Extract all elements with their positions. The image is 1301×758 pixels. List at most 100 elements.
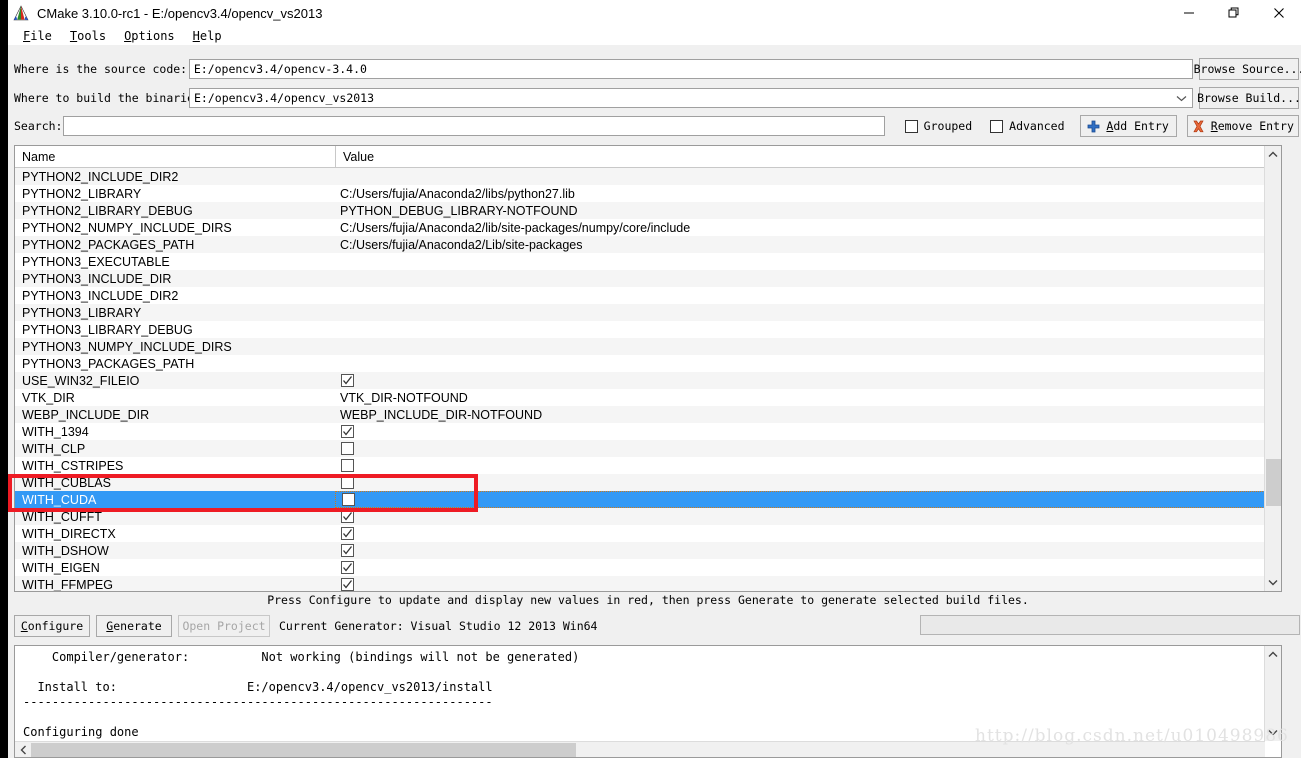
value-checkbox[interactable] xyxy=(342,493,355,506)
table-cell-value[interactable]: VTK_DIR-NOTFOUND xyxy=(335,389,1281,406)
log-scroll-up-arrow-icon[interactable] xyxy=(1265,646,1281,663)
table-cell-value[interactable] xyxy=(335,508,1281,525)
scroll-up-arrow-icon[interactable] xyxy=(1265,146,1281,163)
table-row[interactable]: WEBP_INCLUDE_DIR WEBP_INCLUDE_DIR-NOTFOUN… xyxy=(15,406,1281,423)
table-row[interactable]: WITH_CUBLAS xyxy=(15,474,1281,491)
scroll-down-arrow-icon[interactable] xyxy=(1265,574,1281,591)
browse-build-label: Browse Build... xyxy=(1197,91,1301,105)
table-row[interactable]: PYTHON2_INCLUDE_DIR2 xyxy=(15,168,1281,185)
add-entry-button[interactable]: Add Entry xyxy=(1079,115,1177,137)
table-row[interactable]: VTK_DIR VTK_DIR-NOTFOUND xyxy=(15,389,1281,406)
table-cell-value[interactable] xyxy=(335,321,1281,338)
chevron-down-icon[interactable] xyxy=(1176,91,1187,105)
table-row[interactable]: PYTHON3_EXECUTABLE xyxy=(15,253,1281,270)
browse-build-button[interactable]: Browse Build... xyxy=(1197,87,1301,109)
browse-source-button[interactable]: Browse Source... xyxy=(1194,58,1301,80)
table-row[interactable]: PYTHON2_LIBRARY_DEBUG PYTHON_DEBUG_LIBRAR… xyxy=(15,202,1281,219)
table-cell-name: WITH_CLP xyxy=(22,441,86,456)
table-cell-value[interactable] xyxy=(335,287,1281,304)
action-button-row: Configure Generate Open Project Current … xyxy=(14,615,598,637)
menu-item-options-label: ptions xyxy=(131,28,175,43)
table-cell-value[interactable] xyxy=(335,253,1281,270)
value-checkbox[interactable] xyxy=(341,425,354,438)
table-cell-value[interactable]: C:/Users/fujia/Anaconda2/libs/python27.l… xyxy=(335,185,1281,202)
menu-item-help[interactable]: Help xyxy=(184,29,231,43)
table-row[interactable]: PYTHON2_PACKAGES_PATH C:/Users/fujia/Anac… xyxy=(15,236,1281,253)
source-input[interactable]: E:/opencv3.4/opencv-3.4.0 xyxy=(188,59,1193,79)
table-cell-value[interactable] xyxy=(335,474,1281,491)
advanced-checkbox[interactable]: Advanced xyxy=(990,119,1065,133)
table-cell-value[interactable]: C:/Users/fujia/Anaconda2/lib/site-packag… xyxy=(335,219,1281,236)
table-cell-value[interactable] xyxy=(335,457,1281,474)
table-row[interactable]: WITH_FFMPEG xyxy=(15,576,1281,591)
table-cell-value[interactable] xyxy=(335,304,1281,321)
title-bar: CMake 3.10.0-rc1 - E:/opencv3.4/opencv_v… xyxy=(8,0,1301,26)
table-row[interactable]: WITH_EIGEN xyxy=(15,559,1281,576)
table-row[interactable]: WITH_DIRECTX xyxy=(15,525,1281,542)
value-checkbox[interactable] xyxy=(341,544,354,557)
table-scroll-thumb[interactable] xyxy=(1266,459,1281,506)
menu-bar: File Tools Options Help xyxy=(8,26,1301,45)
table-cell-value[interactable] xyxy=(335,559,1281,576)
build-label: Where to build the binaries: xyxy=(14,91,208,105)
value-checkbox[interactable] xyxy=(341,476,354,489)
table-cell-value[interactable]: C:/Users/fujia/Anaconda2/Lib/site-packag… xyxy=(335,236,1281,253)
add-entry-label: dd Entry xyxy=(1113,119,1169,133)
remove-entry-button[interactable]: Remove Entry xyxy=(1186,115,1299,137)
menu-item-tools[interactable]: Tools xyxy=(61,29,115,43)
restore-button[interactable] xyxy=(1211,0,1256,26)
table-row[interactable]: PYTHON2_LIBRARY C:/Users/fujia/Anaconda2/… xyxy=(15,185,1281,202)
table-cell-value[interactable]: WEBP_INCLUDE_DIR-NOTFOUND xyxy=(335,406,1281,423)
column-header-value[interactable]: Value xyxy=(335,146,1281,167)
search-input[interactable] xyxy=(63,116,885,136)
generate-button[interactable]: Generate xyxy=(96,615,172,637)
value-checkbox[interactable] xyxy=(341,561,354,574)
table-cell-value[interactable] xyxy=(335,440,1281,457)
table-cell-value[interactable] xyxy=(335,491,1281,508)
table-cell-value[interactable] xyxy=(335,525,1281,542)
value-checkbox[interactable] xyxy=(341,510,354,523)
table-row[interactable]: USE_WIN32_FILEIO xyxy=(15,372,1281,389)
value-checkbox[interactable] xyxy=(341,374,354,387)
value-checkbox[interactable] xyxy=(341,459,354,472)
table-row[interactable]: PYTHON2_NUMPY_INCLUDE_DIRS C:/Users/fujia… xyxy=(15,219,1281,236)
log-scroll-thumb[interactable] xyxy=(31,742,576,757)
grouped-checkbox-box[interactable] xyxy=(904,119,918,133)
value-checkbox[interactable] xyxy=(341,578,354,591)
table-row[interactable]: PYTHON3_LIBRARY xyxy=(15,304,1281,321)
table-row[interactable]: PYTHON3_LIBRARY_DEBUG xyxy=(15,321,1281,338)
table-cell-value[interactable] xyxy=(335,576,1281,591)
minimize-button[interactable] xyxy=(1166,0,1211,26)
close-button[interactable] xyxy=(1256,0,1301,26)
table-row[interactable]: PYTHON3_NUMPY_INCLUDE_DIRS xyxy=(15,338,1281,355)
menu-item-options[interactable]: Options xyxy=(115,29,184,43)
table-row[interactable]: PYTHON3_INCLUDE_DIR xyxy=(15,270,1281,287)
table-cell-value[interactable] xyxy=(335,372,1281,389)
table-row[interactable]: PYTHON3_PACKAGES_PATH xyxy=(15,355,1281,372)
log-scroll-left-arrow-icon[interactable] xyxy=(15,741,31,757)
build-input[interactable]: E:/opencv3.4/opencv_vs2013 xyxy=(189,88,1193,108)
table-vertical-scrollbar[interactable] xyxy=(1264,146,1281,591)
value-checkbox[interactable] xyxy=(341,527,354,540)
table-row[interactable]: WITH_CLP xyxy=(15,440,1281,457)
table-row[interactable]: WITH_CSTRIPES xyxy=(15,457,1281,474)
table-cell-value[interactable] xyxy=(335,338,1281,355)
table-row[interactable]: WITH_CUDA xyxy=(15,491,1281,508)
table-cell-value[interactable] xyxy=(335,423,1281,440)
advanced-checkbox-box[interactable] xyxy=(990,119,1004,133)
table-row[interactable]: PYTHON3_INCLUDE_DIR2 xyxy=(15,287,1281,304)
table-cell-value[interactable] xyxy=(335,270,1281,287)
table-cell-value[interactable] xyxy=(335,168,1281,185)
value-checkbox[interactable] xyxy=(341,442,354,455)
menu-item-file[interactable]: File xyxy=(14,29,61,43)
table-row[interactable]: WITH_1394 xyxy=(15,423,1281,440)
table-cell-value[interactable] xyxy=(335,542,1281,559)
table-row[interactable]: WITH_CUFFT xyxy=(15,508,1281,525)
column-header-name[interactable]: Name xyxy=(15,146,335,167)
table-cell-value[interactable] xyxy=(335,355,1281,372)
table-row[interactable]: WITH_DSHOW xyxy=(15,542,1281,559)
table-cell-value[interactable]: PYTHON_DEBUG_LIBRARY-NOTFOUND xyxy=(335,202,1281,219)
configure-button[interactable]: Configure xyxy=(14,615,90,637)
grouped-checkbox[interactable]: Grouped xyxy=(904,119,972,133)
table-cell-name: PYTHON3_LIBRARY xyxy=(22,305,142,320)
